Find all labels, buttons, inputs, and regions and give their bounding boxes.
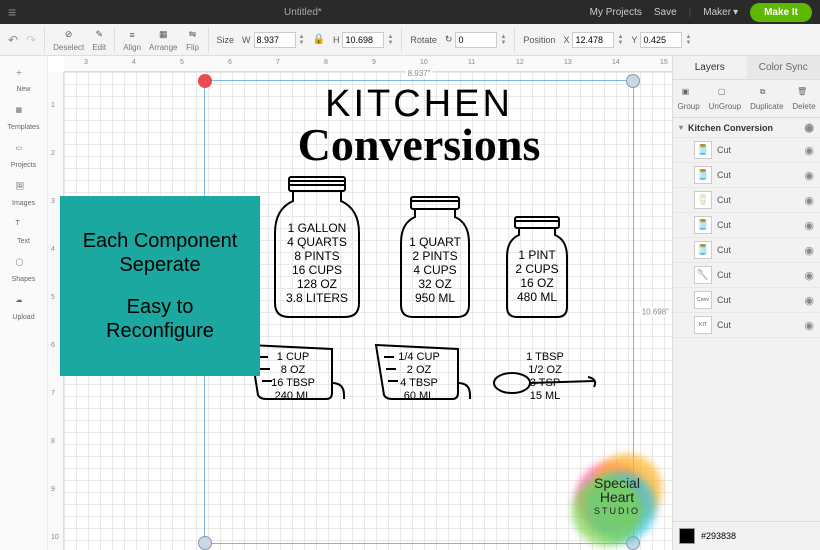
design-artwork[interactable]: KITCHEN Conversions 1 GALLON4 QUARTS8 PI… [205, 81, 633, 543]
menu-icon[interactable]: ≡ [8, 4, 16, 20]
jar-quart: 1 QUART2 PINTS4 CUPS32 OZ950 ML [385, 193, 485, 323]
shapes-tool[interactable]: ◯Shapes [4, 252, 44, 288]
arrange-button[interactable]: ▦Arrange [149, 28, 177, 52]
redo-button[interactable]: ↷ [26, 33, 36, 47]
left-toolbar: ＋New ▦Templates ▭Projects 🖼Images TText … [0, 56, 48, 550]
visibility-icon[interactable]: ◉ [804, 194, 814, 207]
deselect-button[interactable]: ⊘Deselect [53, 28, 84, 52]
spoon-tbsp: 1 TBSP1/2 OZ3 TSP15 ML [490, 363, 600, 403]
save-link[interactable]: Save [654, 7, 677, 18]
new-tool[interactable]: ＋New [4, 62, 44, 98]
layer-item[interactable]: 🫙Cut◉ [673, 163, 820, 188]
chevron-down-icon: ▾ [733, 7, 738, 18]
visibility-icon[interactable]: ◉ [804, 219, 814, 232]
top-bar: ≡ Untitled* My Projects Save | Maker▾ Ma… [0, 0, 820, 24]
layer-item[interactable]: 🫙Cut◉ [673, 213, 820, 238]
height-readout: 10.698" [640, 308, 671, 317]
size-label: Size [217, 35, 235, 45]
undo-button[interactable]: ↶ [8, 33, 18, 47]
document-title: Untitled* [16, 7, 589, 18]
group-button[interactable]: ▣Group [677, 87, 699, 111]
right-panel: Layers Color Sync ▣Group ▢UnGroup ⧉Dupli… [672, 56, 820, 550]
x-input[interactable] [572, 32, 614, 48]
jar-pint: 1 PINT2 CUPS16 OZ480 ML [493, 213, 581, 323]
flip-button[interactable]: ⇋Flip [186, 28, 200, 52]
layer-item[interactable]: ConvCut◉ [673, 288, 820, 313]
rotate-icon: ↻ [445, 34, 453, 45]
my-projects-link[interactable]: My Projects [590, 7, 642, 18]
projects-tool[interactable]: ▭Projects [4, 138, 44, 174]
visibility-icon[interactable]: ◉ [804, 144, 814, 157]
edit-toolbar: ↶ ↷ ⊘Deselect ✎Edit ≡Align ▦Arrange ⇋Fli… [0, 24, 820, 56]
height-stepper[interactable]: ▲▼ [387, 34, 393, 46]
images-tool[interactable]: 🖼Images [4, 176, 44, 212]
ungroup-button[interactable]: ▢UnGroup [709, 87, 741, 111]
cup-quarter: 1/4 CUP2 OZ4 TBSP60 ML [364, 333, 474, 403]
edit-button[interactable]: ✎Edit [92, 28, 106, 52]
conversions-script: Conversions [298, 118, 541, 171]
watermark-logo: SpecialHeartSTUDIO [572, 452, 662, 542]
tab-colorsync[interactable]: Color Sync [747, 56, 820, 79]
machine-selector[interactable]: Maker▾ [703, 7, 738, 18]
layer-item[interactable]: 🥛Cut◉ [673, 188, 820, 213]
upload-tool[interactable]: ☁Upload [4, 290, 44, 326]
width-input[interactable] [254, 32, 296, 48]
align-button[interactable]: ≡Align [123, 28, 141, 52]
lock-aspect-icon[interactable]: 🔒 [312, 34, 324, 45]
visibility-icon[interactable]: ◉ [804, 294, 814, 307]
rotate-stepper[interactable]: ▲▼ [500, 34, 506, 46]
layer-list: ▾Kitchen Conversion◉ 🫙Cut◉ 🫙Cut◉ 🥛Cut◉ 🫙… [673, 118, 820, 521]
layer-item[interactable]: 🫙Cut◉ [673, 138, 820, 163]
visibility-icon[interactable]: ◉ [804, 121, 814, 134]
visibility-icon[interactable]: ◉ [804, 269, 814, 282]
duplicate-button[interactable]: ⧉Duplicate [750, 87, 783, 111]
promo-callout: Each Component Seperate Easy to Reconfig… [60, 196, 260, 376]
x-stepper[interactable]: ▲▼ [617, 34, 623, 46]
make-it-button[interactable]: Make It [750, 3, 812, 22]
y-input[interactable] [640, 32, 682, 48]
layer-item[interactable]: 🥄Cut◉ [673, 263, 820, 288]
visibility-icon[interactable]: ◉ [804, 169, 814, 182]
visibility-icon[interactable]: ◉ [804, 244, 814, 257]
layer-group-header[interactable]: ▾Kitchen Conversion◉ [673, 118, 820, 138]
rotate-input[interactable] [455, 32, 497, 48]
templates-tool[interactable]: ▦Templates [4, 100, 44, 136]
position-label: Position [523, 35, 555, 45]
rotate-label: Rotate [410, 35, 437, 45]
selection-box[interactable]: 8.937" 10.698" KITCHEN Conversions 1 GAL… [204, 80, 634, 544]
width-stepper[interactable]: ▲▼ [299, 34, 305, 46]
color-swatch-row: #293838 [673, 521, 820, 550]
layer-item[interactable]: KITCut◉ [673, 313, 820, 338]
color-swatch[interactable] [679, 528, 695, 544]
jar-gallon: 1 GALLON4 QUARTS8 PINTS16 CUPS128 OZ3.8 … [257, 173, 377, 323]
text-tool[interactable]: TText [4, 214, 44, 250]
layer-item[interactable]: 🫙Cut◉ [673, 238, 820, 263]
y-stepper[interactable]: ▲▼ [685, 34, 691, 46]
visibility-icon[interactable]: ◉ [804, 319, 814, 332]
width-readout: 8.937" [406, 69, 433, 78]
ruler-horizontal: 3456789101112131415 [64, 56, 672, 72]
tab-layers[interactable]: Layers [673, 56, 747, 79]
height-input[interactable] [342, 32, 384, 48]
delete-button[interactable]: 🗑Delete [792, 87, 815, 111]
